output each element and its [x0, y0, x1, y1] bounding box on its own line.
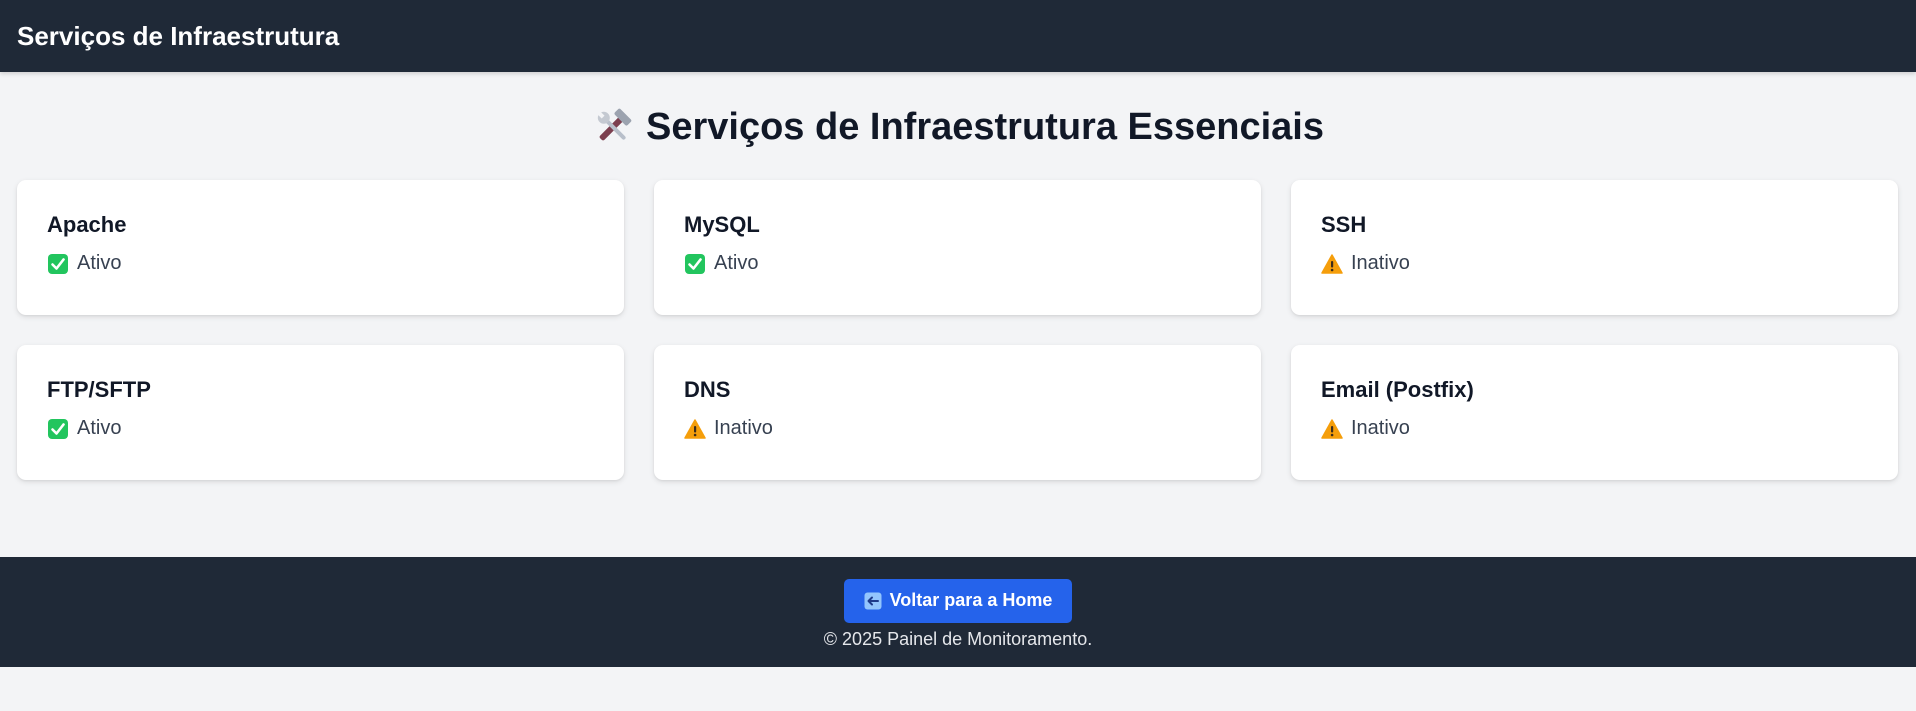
- service-card-dns: DNS Inativo: [654, 345, 1261, 480]
- service-status: Inativo: [1321, 417, 1868, 440]
- footer: Voltar para a Home © 2025 Painel de Moni…: [0, 557, 1916, 667]
- warning-icon: [1321, 418, 1343, 440]
- service-card-ftp-sftp: FTP/SFTP Ativo: [17, 345, 624, 480]
- service-status: Inativo: [1321, 252, 1868, 275]
- service-status: Ativo: [47, 417, 594, 440]
- service-name: MySQL: [684, 212, 760, 237]
- warning-icon: [684, 418, 706, 440]
- services-grid: Apache Ativo MySQL Ativo SSH Inativo FTP…: [17, 180, 1899, 480]
- main-content: Serviços de Infraestrutura Essenciais Ap…: [0, 72, 1916, 557]
- check-mark-icon: [684, 253, 706, 275]
- service-status-label: Inativo: [714, 417, 773, 440]
- left-arrow-icon: [864, 592, 882, 610]
- copyright-text: © 2025 Painel de Monitoramento.: [823, 628, 1093, 649]
- service-status-label: Ativo: [77, 417, 122, 440]
- service-card-apache: Apache Ativo: [17, 180, 624, 315]
- service-card-email-postfix: Email (Postfix) Inativo: [1291, 345, 1898, 480]
- warning-icon: [1321, 253, 1343, 275]
- service-name: Apache: [47, 212, 127, 237]
- check-mark-icon: [47, 253, 69, 275]
- top-bar: Serviços de Infraestrutura: [0, 0, 1916, 72]
- service-status-label: Inativo: [1351, 417, 1410, 440]
- service-status-label: Ativo: [714, 252, 759, 275]
- service-name: DNS: [684, 377, 731, 402]
- service-name: Email (Postfix): [1321, 377, 1474, 402]
- page-heading: Serviços de Infraestrutura Essenciais: [17, 72, 1899, 182]
- service-status: Ativo: [47, 252, 594, 275]
- hammer-and-wrench-icon: [592, 106, 634, 148]
- service-status-label: Inativo: [1351, 252, 1410, 275]
- app-title: Serviços de Infraestrutura: [17, 20, 340, 51]
- check-mark-icon: [47, 418, 69, 440]
- page-title: Serviços de Infraestrutura Essenciais: [646, 105, 1324, 148]
- back-to-home-button[interactable]: Voltar para a Home: [843, 578, 1073, 623]
- service-card-ssh: SSH Inativo: [1291, 180, 1898, 315]
- service-card-mysql: MySQL Ativo: [654, 180, 1261, 315]
- service-status-label: Ativo: [77, 252, 122, 275]
- back-to-home-label: Voltar para a Home: [889, 590, 1053, 610]
- service-status: Ativo: [684, 252, 1231, 275]
- service-name: SSH: [1321, 212, 1367, 237]
- service-name: FTP/SFTP: [47, 377, 151, 402]
- service-status: Inativo: [684, 417, 1231, 440]
